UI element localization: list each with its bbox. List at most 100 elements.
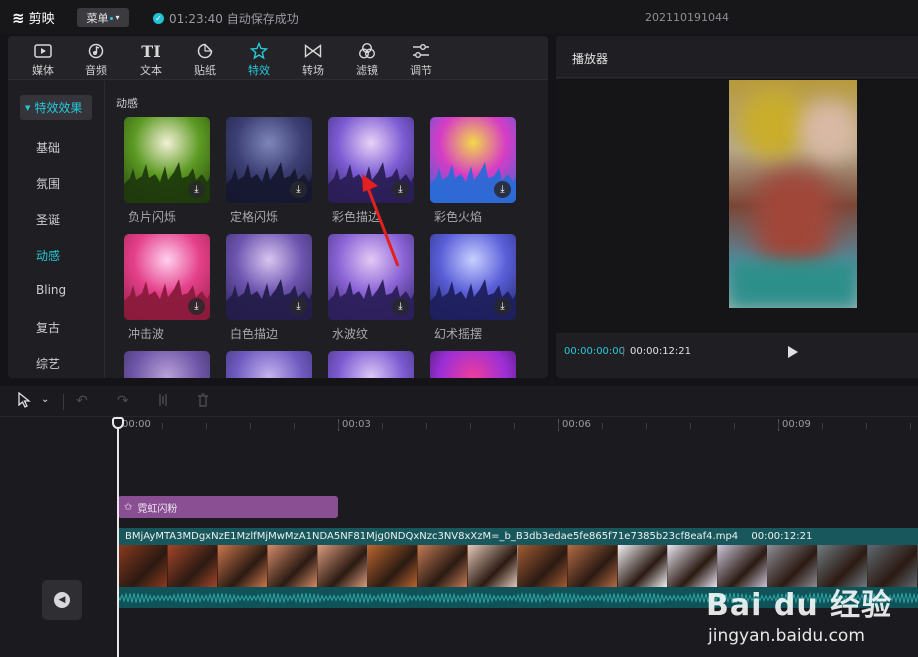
timeline-ruler: 00:00 00:03 00:06 00:09	[110, 417, 918, 439]
tab-label: 调节	[410, 64, 432, 77]
ruler-minor-tick	[646, 423, 647, 429]
split-icon	[159, 394, 167, 406]
ruler-minor-tick	[382, 423, 383, 429]
category-item-christmas[interactable]: 圣诞	[36, 211, 60, 228]
tab-sticker[interactable]: 贴纸	[180, 40, 230, 78]
download-icon[interactable]: ⤓	[290, 181, 307, 198]
ruler-minor-tick	[734, 423, 735, 429]
category-item-bling[interactable]: Bling	[36, 283, 66, 297]
effect-thumbnail: ⤓	[226, 117, 312, 203]
download-icon[interactable]: ⤓	[188, 298, 205, 315]
material-panel: 媒体 音频 TI 文本 贴纸 特效 转场 滤镜 调节 ▼ 特效效果 基础 氛围 …	[8, 36, 548, 378]
delete-button[interactable]	[197, 393, 209, 411]
tab-text[interactable]: TI 文本	[126, 40, 176, 78]
effect-thumbnail: ⤓	[430, 234, 516, 320]
video-frame-thumbnail	[218, 545, 268, 587]
ruler-minor-tick	[558, 423, 559, 429]
category-item-basic[interactable]: 基础	[36, 139, 60, 156]
tab-label: 文本	[140, 64, 162, 77]
video-frame-thumbnail	[118, 545, 168, 587]
tab-adjust[interactable]: 调节	[396, 40, 446, 78]
ruler-minor-tick	[162, 423, 163, 429]
preview-canvas	[556, 79, 918, 333]
category-nav: ▼ 特效效果 基础 氛围 圣诞 动感 Bling 复古 综艺	[8, 81, 105, 378]
effect-card[interactable]: ⤓ 定格闪烁	[226, 117, 313, 225]
menu-button[interactable]: 菜单 ▾	[77, 8, 129, 27]
download-icon[interactable]: ⤓	[290, 298, 307, 315]
ruler-minor-tick	[426, 423, 427, 429]
category-item-variety[interactable]: 综艺	[36, 355, 60, 372]
download-icon[interactable]: ⤓	[188, 181, 205, 198]
effect-card[interactable]: ⤓ 冲击波	[124, 234, 211, 342]
download-icon[interactable]: ⤓	[392, 298, 409, 315]
sticker-icon	[180, 40, 230, 62]
effect-name: 定格闪烁	[230, 210, 279, 224]
transition-icon	[288, 40, 338, 62]
ruler-label: 00:09	[778, 419, 811, 431]
ruler-minor-tick	[690, 423, 691, 429]
effect-card[interactable]: ⤓ 幻术摇摆	[430, 234, 517, 342]
download-icon[interactable]: ⤓	[494, 298, 511, 315]
video-frame-thumbnail	[168, 545, 218, 587]
effect-card[interactable]: ⤓	[328, 351, 415, 378]
tab-effects[interactable]: 特效	[234, 40, 284, 78]
track-header: ◀	[0, 417, 110, 657]
category-header[interactable]: ▼ 特效效果	[20, 95, 92, 120]
video-frame-thumbnail	[568, 545, 618, 587]
section-title: 动感	[116, 97, 138, 110]
effect-clip[interactable]: ✩ 霓虹闪粉	[118, 496, 338, 518]
effect-card[interactable]: ⤓	[226, 351, 313, 378]
tab-media[interactable]: 媒体	[18, 40, 68, 78]
tab-filter[interactable]: 滤镜	[342, 40, 392, 78]
download-icon[interactable]: ⤓	[494, 181, 511, 198]
effect-thumbnail: ⤓	[430, 117, 516, 203]
tab-audio[interactable]: 音频	[71, 40, 121, 78]
tab-label: 滤镜	[356, 64, 378, 77]
effect-card[interactable]: ⤓ 白色描边	[226, 234, 313, 342]
play-icon	[788, 346, 798, 358]
category-item-retro[interactable]: 复古	[36, 319, 60, 336]
video-frame-thumbnail	[518, 545, 568, 587]
redo-button[interactable]: ↷	[117, 393, 129, 409]
tab-transition[interactable]: 转场	[288, 40, 338, 78]
play-button[interactable]	[787, 345, 799, 359]
filter-icon	[342, 40, 392, 62]
effect-clip-label: 霓虹闪粉	[137, 503, 178, 515]
ruler-minor-tick	[866, 423, 867, 429]
player-panel: 播放器 00:00:00:00 | 00:00:12:21	[556, 36, 918, 378]
effect-thumbnail: ⤓	[124, 117, 210, 203]
effect-thumbnail: ⤓	[124, 234, 210, 320]
tab-label: 转场	[302, 64, 324, 77]
track-audio-toggle[interactable]: ◀	[42, 580, 82, 620]
tab-label: 媒体	[32, 64, 54, 77]
category-item-dynamic[interactable]: 动感	[36, 247, 60, 264]
video-frame-thumbnail	[268, 545, 318, 587]
video-frame-thumbnail	[418, 545, 468, 587]
playhead-handle[interactable]	[112, 417, 124, 429]
playhead[interactable]	[117, 419, 119, 657]
split-button[interactable]	[157, 393, 169, 411]
effect-card[interactable]: ⤓	[430, 351, 517, 378]
effect-card[interactable]: ⤓ 彩色火焰	[430, 117, 517, 225]
video-duration: 00:00:12:21	[751, 531, 813, 542]
ruler-minor-tick	[338, 423, 339, 429]
effects-icon	[234, 40, 284, 62]
select-tool-button[interactable]	[17, 391, 31, 412]
check-icon: ✓	[153, 13, 164, 24]
autosave-text: 01:23:40 自动保存成功	[169, 12, 299, 26]
watermark-site: jingyan.baidu.com	[708, 626, 865, 646]
annotation-arrow	[362, 174, 400, 267]
chevron-down-icon[interactable]: ⌄	[41, 394, 49, 405]
player-header: 播放器	[556, 36, 918, 78]
undo-button[interactable]: ↶	[76, 393, 88, 409]
menu-button-label: 菜单	[86, 11, 109, 25]
video-clip-label: BMjAyMTA3MDgxNzE1MzlfMjMwMzA1NDA5NF81Mjg…	[118, 528, 918, 545]
toolbar-divider	[63, 394, 64, 410]
category-item-atmosphere[interactable]: 氛围	[36, 175, 60, 192]
effect-card[interactable]: ⤓ 负片闪烁	[124, 117, 211, 225]
material-toolbar: 媒体 音频 TI 文本 贴纸 特效 转场 滤镜 调节	[8, 36, 548, 80]
watermark: Bai du 经验 jingyan.baidu.com	[706, 580, 892, 646]
ruler-minor-tick	[514, 423, 515, 429]
autosave-status: ✓ 01:23:40 自动保存成功	[153, 10, 299, 27]
effect-card[interactable]: ⤓	[124, 351, 211, 378]
